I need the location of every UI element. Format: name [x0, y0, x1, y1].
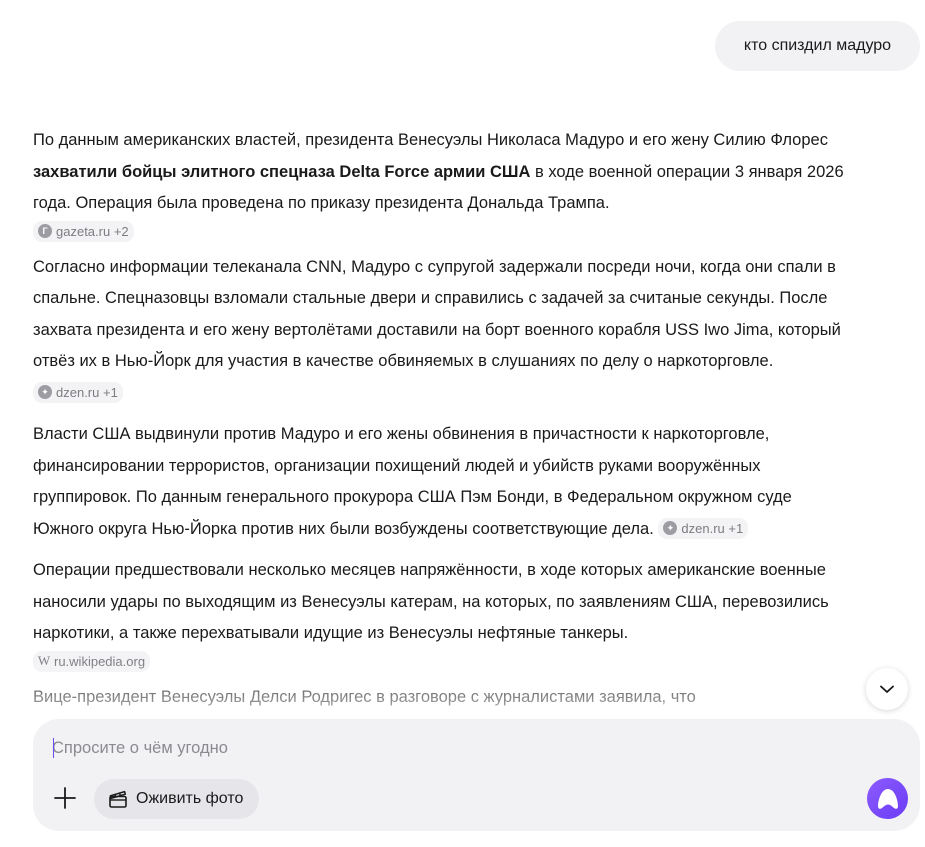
- alice-icon: [877, 788, 898, 809]
- answer-paragraph-4: Операции предшествовали несколько месяце…: [33, 555, 853, 650]
- scroll-down-button[interactable]: [866, 668, 908, 710]
- source-chip-dzen[interactable]: ✦ dzen.ru +1: [33, 381, 123, 403]
- text-caret: [53, 738, 54, 758]
- source-chip-dzen[interactable]: ✦ dzen.ru +1: [658, 517, 749, 539]
- source-label: dzen.ru +1: [681, 520, 744, 536]
- source-label: dzen.ru +1: [56, 384, 118, 400]
- answer-bold-text: захватили бойцы элитного спецназа Delta …: [33, 162, 531, 181]
- dzen-icon: ✦: [663, 521, 678, 536]
- clapperboard-icon: [109, 790, 127, 808]
- answer-text: Согласно информации телеканала CNN, Маду…: [33, 257, 841, 371]
- source-chip-wikipedia[interactable]: W ru.wikipedia.org: [33, 650, 151, 672]
- source-chip-gazeta[interactable]: Г gazeta.ru +2: [33, 220, 134, 242]
- source-row: Г gazeta.ru +2: [33, 220, 853, 242]
- prompt-input[interactable]: [52, 735, 812, 761]
- wikipedia-icon: W: [37, 653, 51, 668]
- answer-text: Операции предшествовали несколько месяце…: [33, 561, 829, 642]
- user-message-bubble: кто спиздил мадуро: [715, 21, 920, 71]
- animate-photo-button[interactable]: Оживить фото: [94, 779, 260, 819]
- composer: Оживить фото: [33, 719, 920, 831]
- answer-paragraph-1: По данным американских властей, президен…: [33, 125, 853, 220]
- source-row: W ru.wikipedia.org: [33, 650, 853, 672]
- dzen-icon: ✦: [38, 385, 52, 400]
- source-label: gazeta.ru +2: [56, 223, 129, 239]
- gazeta-icon: Г: [38, 224, 52, 238]
- animate-photo-label: Оживить фото: [136, 790, 244, 807]
- alice-voice-button[interactable]: [867, 778, 908, 819]
- answer-paragraph-3: Власти США выдвинули против Мадуро и его…: [33, 419, 853, 545]
- answer-text: По данным американских властей, президен…: [33, 131, 828, 149]
- answer-text: Вице-президент Венесуэлы Делси Родригес …: [33, 687, 696, 706]
- add-attachment-button[interactable]: [50, 781, 80, 815]
- chevron-down-icon: [880, 685, 894, 693]
- assistant-answer: По данным американских властей, президен…: [33, 125, 853, 719]
- answer-paragraph-2: Согласно информации телеканала CNN, Маду…: [33, 252, 853, 410]
- source-label: ru.wikipedia.org: [54, 653, 146, 669]
- answer-paragraph-5: Вице-президент Венесуэлы Делси Родригес …: [33, 682, 853, 714]
- plus-icon: [54, 787, 76, 809]
- user-message-text: кто спиздил мадуро: [743, 37, 892, 54]
